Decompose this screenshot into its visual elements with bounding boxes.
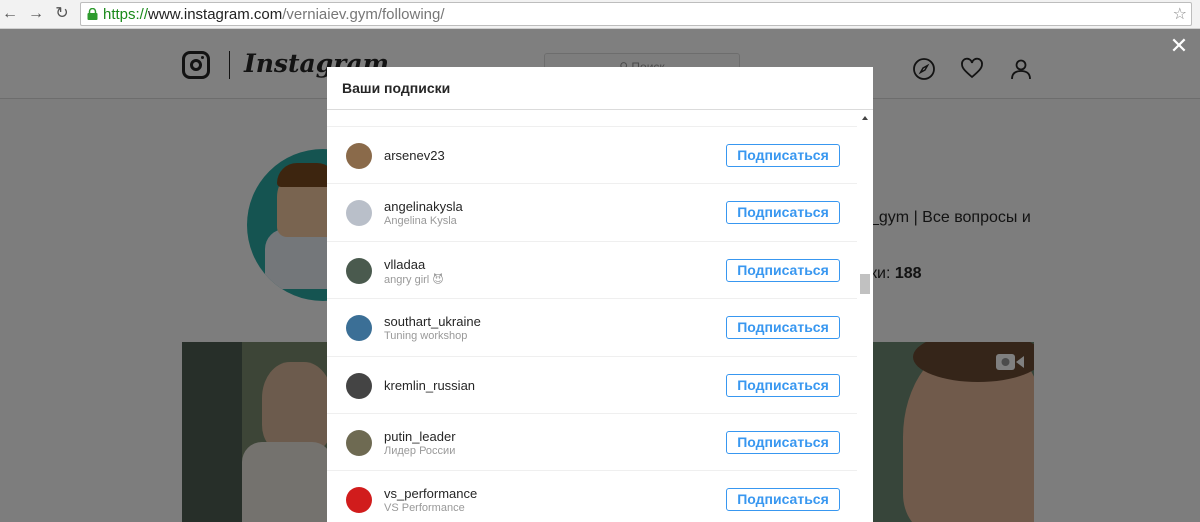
follow-button[interactable]: Подписаться (726, 488, 840, 512)
full-name: Angelina Kysla (384, 215, 457, 228)
reload-icon[interactable]: ↻ (52, 4, 72, 24)
follow-button[interactable]: Подписаться (726, 201, 840, 225)
list-item[interactable]: angelinakysla Angelina Kysla Подписаться (327, 183, 857, 240)
avatar[interactable] (346, 487, 372, 514)
address-bar[interactable]: https://www.instagram.com/verniaiev.gym/… (80, 2, 1192, 26)
follow-button[interactable]: Подписаться (726, 258, 840, 282)
url-scheme: https:// (103, 6, 149, 23)
username-link[interactable]: vs_performance (384, 486, 477, 501)
following-modal: Ваши подписки arsenev23 Подписаться angeli… (327, 67, 873, 522)
scrollbar[interactable] (857, 110, 873, 522)
url-host: www.instagram.com (148, 6, 283, 23)
list-item[interactable]: kremlin_russian Подписаться (327, 355, 857, 413)
following-list-area[interactable]: arsenev23 Подписаться angelinakysla Angelin… (327, 110, 873, 522)
username-link[interactable]: kremlin_russian (384, 378, 475, 393)
avatar[interactable] (346, 372, 372, 399)
modal-title: Ваши подписки (342, 80, 451, 96)
list-item[interactable]: vlladaa angry girl 😈 Подписаться (327, 240, 857, 298)
browser-toolbar: ← → ↻ https://www.instagram.com/verniaie… (0, 0, 1200, 29)
follow-button[interactable]: Подписаться (726, 316, 840, 340)
modal-header: Ваши подписки (327, 67, 873, 110)
follow-button[interactable]: Подписаться (726, 430, 840, 454)
close-icon[interactable]: ✕ (1169, 35, 1189, 57)
lock-icon (87, 8, 98, 20)
follow-button[interactable]: Подписаться (726, 373, 840, 397)
list-item[interactable]: southart_ukraine Tuning workshop Подписать… (327, 298, 857, 355)
following-list: arsenev23 Подписаться angelinakysla Angelin… (327, 126, 857, 522)
username-link[interactable]: arsenev23 (384, 148, 445, 163)
back-icon[interactable]: ← (0, 4, 20, 24)
avatar[interactable] (346, 315, 372, 342)
url-text: https://www.instagram.com/verniaiev.gym/… (103, 6, 445, 23)
avatar[interactable] (346, 143, 372, 169)
avatar[interactable] (346, 200, 372, 227)
full-name: VS Performance (384, 502, 465, 515)
username-link[interactable]: southart_ukraine (384, 314, 481, 329)
list-item[interactable]: arsenev23 Подписаться (327, 126, 857, 183)
forward-icon[interactable]: → (26, 4, 46, 24)
list-item[interactable]: vs_performance VS Performance Подписаться (327, 470, 857, 522)
full-name: Tuning workshop (384, 330, 468, 343)
url-path: /verniaiev.gym/following/ (282, 6, 445, 23)
list-item[interactable]: putin_leader Лидер России Подписаться (327, 412, 857, 470)
username-link[interactable]: angelinakysla (384, 199, 463, 214)
username-link[interactable]: putin_leader (384, 429, 456, 444)
bookmark-star-icon[interactable]: ☆ (1173, 4, 1187, 24)
follow-button[interactable]: Подписаться (726, 144, 840, 167)
full-name: angry girl 😈 (384, 273, 444, 286)
full-name: Лидер России (384, 444, 456, 457)
avatar[interactable] (346, 429, 372, 456)
scroll-up-arrow-icon[interactable] (862, 116, 868, 120)
avatar[interactable] (346, 257, 372, 284)
scroll-thumb[interactable] (860, 274, 870, 294)
username-link[interactable]: vlladaa (384, 257, 425, 272)
